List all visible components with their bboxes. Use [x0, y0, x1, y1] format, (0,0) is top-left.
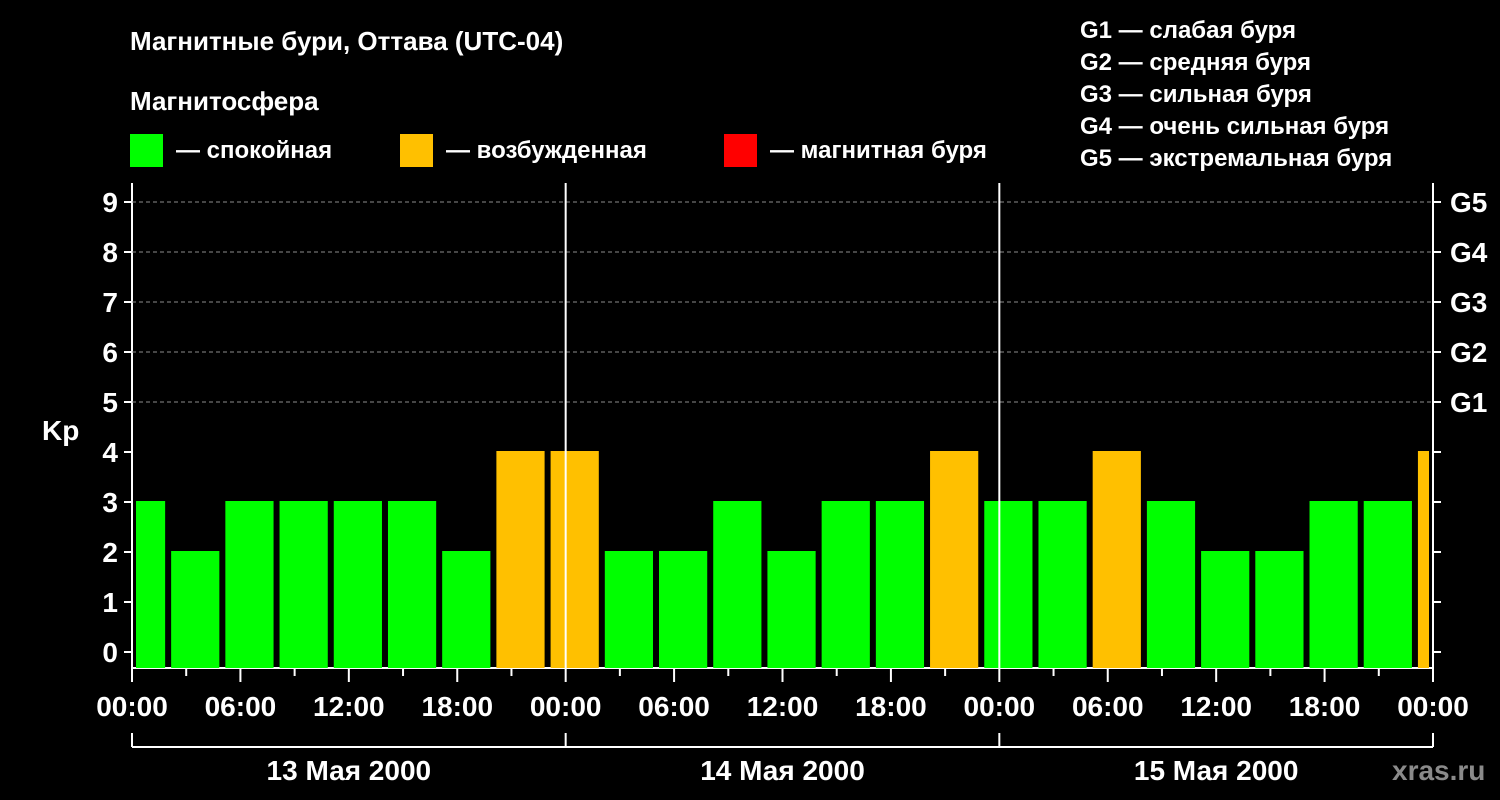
- y-tick-label: 6: [102, 337, 118, 368]
- kp-bar: [1038, 501, 1087, 668]
- watermark: xras.ru: [1392, 755, 1485, 786]
- kp-bar: [659, 551, 708, 668]
- x-tick-label: 00:00: [530, 691, 602, 722]
- kp-bar: [821, 501, 870, 668]
- chart-title: Магнитные бури, Оттава (UTC-04): [130, 26, 563, 56]
- y-tick-label: 1: [102, 587, 118, 618]
- y-tick-label: 9: [102, 187, 118, 218]
- day-label: 14 Мая 2000: [700, 755, 865, 786]
- kp-bar: [1417, 451, 1429, 668]
- kp-bar: [1363, 501, 1412, 668]
- x-tick-label: 18:00: [855, 691, 927, 722]
- g-level-label: G4: [1450, 237, 1488, 268]
- kp-bar: [930, 451, 979, 668]
- storm-scale-g4: G4 — очень сильная буря: [1080, 113, 1389, 140]
- kp-bar: [713, 501, 762, 668]
- storm-scale-g2: G2 — средняя буря: [1080, 49, 1311, 76]
- legend-label-quiet: — спокойная: [176, 137, 332, 164]
- storm-scale-g3: G3 — сильная буря: [1080, 81, 1312, 108]
- kp-bar: [1092, 451, 1141, 668]
- y-tick-label: 3: [102, 487, 118, 518]
- y-tick-label: 5: [102, 387, 118, 418]
- x-tick-label: 06:00: [638, 691, 710, 722]
- x-tick-label: 12:00: [747, 691, 819, 722]
- kp-bar: [1146, 501, 1196, 668]
- legend-swatch-active: [400, 134, 433, 167]
- x-tick-label: 18:00: [1289, 691, 1361, 722]
- x-tick-label: 18:00: [421, 691, 493, 722]
- kp-bar: [1201, 551, 1250, 668]
- g-level-label: G2: [1450, 337, 1487, 368]
- kp-bar: [387, 501, 437, 668]
- kp-bar: [496, 451, 545, 668]
- legend-swatch-quiet: [130, 134, 163, 167]
- storm-scale-g5: G5 — экстремальная буря: [1080, 145, 1392, 172]
- g-level-label: G5: [1450, 187, 1487, 218]
- kp-bar: [171, 551, 220, 668]
- kp-bar: [225, 501, 274, 668]
- kp-bar: [875, 501, 925, 668]
- legend-swatch-storm: [724, 134, 757, 167]
- y-axis-label: Kp: [42, 415, 79, 446]
- x-tick-label: 12:00: [1180, 691, 1252, 722]
- kp-bar: [767, 551, 816, 668]
- day-label: 13 Мая 2000: [267, 755, 432, 786]
- kp-bar: [1255, 551, 1304, 668]
- kp-bar: [442, 551, 491, 668]
- g-level-label: G1: [1450, 387, 1487, 418]
- day-label: 15 Мая 2000: [1134, 755, 1299, 786]
- x-tick-label: 06:00: [205, 691, 277, 722]
- x-tick-label: 00:00: [964, 691, 1036, 722]
- y-tick-label: 8: [102, 237, 118, 268]
- legend-label-storm: — магнитная буря: [770, 137, 987, 164]
- kp-bar: [984, 501, 1033, 668]
- legend-label-active: — возбужденная: [446, 137, 647, 164]
- kp-bar: [604, 551, 654, 668]
- y-tick-label: 2: [102, 537, 118, 568]
- kp-bar: [333, 501, 382, 668]
- g-level-label: G3: [1450, 287, 1487, 318]
- kp-bar: [136, 501, 166, 668]
- y-tick-label: 4: [102, 437, 118, 468]
- kp-bar: [279, 501, 328, 668]
- kp-bar: [550, 451, 599, 668]
- plot-area: 0 1 2 3 4 5 6 7 8 9 G1 G2 G3 G4 G5 00:00 06:00 12:00 18:00…: [96, 183, 1488, 786]
- y-tick-label: 7: [102, 287, 118, 318]
- y-tick-label: 0: [102, 637, 118, 668]
- storm-scale-g1: G1 — слабая буря: [1080, 17, 1296, 44]
- x-tick-label: 00:00: [96, 691, 168, 722]
- legend-title: Магнитосфера: [130, 86, 319, 116]
- x-tick-label: 00:00: [1397, 691, 1469, 722]
- x-tick-label: 06:00: [1072, 691, 1144, 722]
- x-tick-label: 12:00: [313, 691, 385, 722]
- kp-bar: [1309, 501, 1358, 668]
- kp-chart: Магнитные бури, Оттава (UTC-04) Магнитос…: [42, 17, 1488, 786]
